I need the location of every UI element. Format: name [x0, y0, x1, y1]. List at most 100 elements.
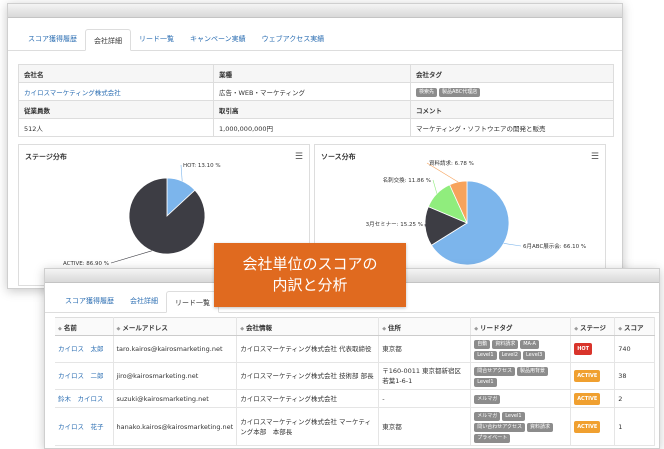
lead-score: 740	[614, 335, 655, 363]
lead-email: suzuki@kairosmarketing.net	[113, 389, 238, 408]
lead-address: 〒160-0011 東京都新宿区若葉1-6-1	[378, 362, 472, 390]
pie-slice-label: 3月セミナー: 15.25 %	[366, 221, 423, 228]
employees-label: 従業員数	[18, 100, 214, 119]
comment-label: コメント	[410, 100, 614, 119]
pie-leader-line	[503, 243, 522, 247]
company-tag[interactable]: 製品ABC代理店	[439, 87, 481, 97]
company-tag-label: 会社タグ	[410, 64, 614, 83]
sort-icon: ◆	[240, 325, 245, 332]
lead-tag[interactable]: プライベート	[474, 434, 511, 443]
lead-name-link[interactable]: 鈴木 カイロス	[55, 389, 114, 408]
lead-name-link[interactable]: カイロス 二郎	[55, 362, 114, 390]
lead-score: 38	[614, 362, 655, 390]
lead-tag[interactable]: 問合せアクセス	[474, 367, 515, 376]
lead-stage: ACTIVE	[570, 389, 616, 408]
lead-tag[interactable]: 資料請求	[526, 423, 553, 432]
sort-icon: ◆	[116, 325, 121, 332]
lead-tag[interactable]: 自動	[474, 340, 491, 349]
stage-badge: ACTIVE	[574, 392, 601, 405]
industry-label: 業種	[213, 64, 411, 83]
window-titlebar	[8, 4, 622, 18]
lead-tag[interactable]: 問い合わせアクセス	[474, 423, 525, 432]
company-tabs: スコア獲得履歴 会社詳細 リード一覧 キャンペーン実績 ウェブアクセス実績	[8, 29, 622, 51]
table-row[interactable]: 鈴木 カイロス suzuki@kairosmarketing.net カイロスマ…	[55, 389, 655, 408]
table-row[interactable]: カイロス 二郎 jiro@kairosmarketing.net カイロスマーケ…	[55, 362, 655, 390]
company-name-label: 会社名	[18, 64, 214, 83]
tab-company-detail[interactable]: 会社詳細	[122, 290, 166, 312]
column-header-name[interactable]: ◆ 名前	[55, 317, 114, 336]
lead-stage: HOT	[570, 335, 616, 363]
lead-email: taro.kairos@kairosmarketing.net	[113, 335, 238, 363]
sales-label: 取引高	[213, 100, 411, 119]
pie-slice-label: HOT: 13.10 %	[183, 163, 221, 169]
lead-tag[interactable]: Level1	[502, 412, 525, 421]
lead-company: カイロスマーケティング株式会社 代表取締役	[236, 335, 380, 363]
company-name-link[interactable]: カイロスマーケティング株式会社	[18, 82, 214, 101]
callout-line-2: 内訳と分析	[272, 276, 348, 294]
lead-address: 東京都	[378, 407, 472, 446]
callout-line-1: 会社単位のスコアの	[242, 255, 378, 273]
tab-web-access[interactable]: ウェブアクセス実績	[254, 28, 333, 50]
column-header-stage[interactable]: ◆ ステージ	[570, 317, 616, 336]
stage-badge: ACTIVE	[574, 420, 601, 433]
lead-tags: メルマガ Level1 問い合わせアクセス 資料請求プライベート	[470, 407, 572, 446]
stage-badge: ACTIVE	[574, 370, 601, 382]
lead-table: ◆ 名前 ◆ メールアドレス ◆ 会社情報 ◆ 住所 ◆ リードタグ ◆ ステージ ◆ スコア…	[55, 317, 655, 446]
lead-score: 2	[614, 389, 655, 408]
table-row[interactable]: カイロス 太郎 taro.kairos@kairosmarketing.net …	[55, 335, 655, 363]
stage-badge: HOT	[574, 343, 593, 355]
sort-icon: ◆	[58, 325, 62, 332]
lead-name-link[interactable]: カイロス 花子	[55, 407, 114, 446]
lead-tag[interactable]: メルマガ	[474, 395, 501, 404]
tab-score-history[interactable]: スコア獲得履歴	[57, 290, 122, 312]
company-tag[interactable]: 検索先	[416, 87, 438, 97]
lead-stage: ACTIVE	[570, 362, 616, 390]
sales-value: 1,000,000,000円	[213, 118, 411, 137]
lead-tag[interactable]: Level3	[522, 351, 546, 360]
lead-company: カイロスマーケティング株式会社	[236, 389, 380, 408]
lead-tags: 自動 資料請求 MA-A Level1 Level2 Level3	[470, 335, 572, 363]
sort-icon: ◆	[474, 325, 479, 332]
sort-icon: ◆	[382, 325, 387, 332]
lead-email: hanako.kairos@kairosmarketing.net	[113, 407, 238, 446]
table-row[interactable]: カイロス 花子 hanako.kairos@kairosmarketing.ne…	[55, 407, 655, 446]
column-header-score[interactable]: ◆ スコア	[614, 317, 655, 336]
column-header-email[interactable]: ◆ メールアドレス	[113, 317, 238, 336]
column-header-lead-tags[interactable]: ◆ リードタグ	[470, 317, 572, 336]
lead-company: カイロスマーケティング株式会社 マーケティング本部 本部長	[236, 407, 380, 446]
sort-icon: ◆	[574, 325, 579, 332]
lead-tag[interactable]: Level1	[474, 378, 497, 387]
lead-tags: 問合せアクセス 製品用背景 Level1	[470, 362, 572, 390]
lead-tag[interactable]: Level1	[474, 351, 497, 360]
lead-tag[interactable]: MA-A	[520, 340, 539, 349]
comment-value: マーケティング・ソフトウエアの開発と販売	[410, 118, 614, 137]
tab-lead-list[interactable]: リード一覧	[166, 291, 219, 313]
callout-banner: 会社単位のスコアの 内訳と分析	[214, 243, 406, 307]
lead-address: -	[378, 389, 472, 408]
employees-value: 512人	[18, 118, 214, 137]
pie-leader-line	[110, 250, 152, 264]
pie-slice-label: 資料請求: 6.78 %	[429, 159, 474, 167]
tab-lead-list[interactable]: リード一覧	[131, 28, 182, 50]
lead-name-link[interactable]: カイロス 太郎	[55, 335, 114, 363]
tab-score-history[interactable]: スコア獲得履歴	[20, 28, 85, 50]
lead-tag[interactable]: 製品用背景	[516, 367, 548, 376]
column-header-company[interactable]: ◆ 会社情報	[236, 317, 380, 336]
lead-score: 1	[614, 407, 655, 446]
lead-address: 東京都	[378, 335, 472, 363]
column-header-address[interactable]: ◆ 住所	[378, 317, 472, 336]
pie-slice-label: 名刺交換: 11.86 %	[383, 176, 431, 184]
industry-value: 広告・WEB・マーケティング	[213, 82, 411, 101]
company-info-table: 会社名 業種 会社タグ カイロスマーケティング株式会社 広告・WEB・マーケティ…	[18, 64, 614, 137]
tab-campaign-results[interactable]: キャンペーン実績	[182, 28, 254, 50]
tab-company-detail[interactable]: 会社詳細	[85, 29, 131, 51]
pie-slice-label: 6月ABC展示会: 66.10 %	[523, 242, 586, 250]
pie-leader-line	[432, 179, 438, 194]
pie-slice-label: ACTIVE: 86.90 %	[63, 261, 109, 267]
lead-tag[interactable]: メルマガ	[474, 412, 501, 421]
sort-icon: ◆	[618, 325, 623, 332]
lead-company: カイロスマーケティング株式会社 技術部 部長	[236, 362, 380, 390]
lead-tags: メルマガ	[470, 389, 572, 408]
lead-tag[interactable]: 資料請求	[492, 340, 519, 349]
lead-tag[interactable]: Level2	[498, 351, 521, 360]
